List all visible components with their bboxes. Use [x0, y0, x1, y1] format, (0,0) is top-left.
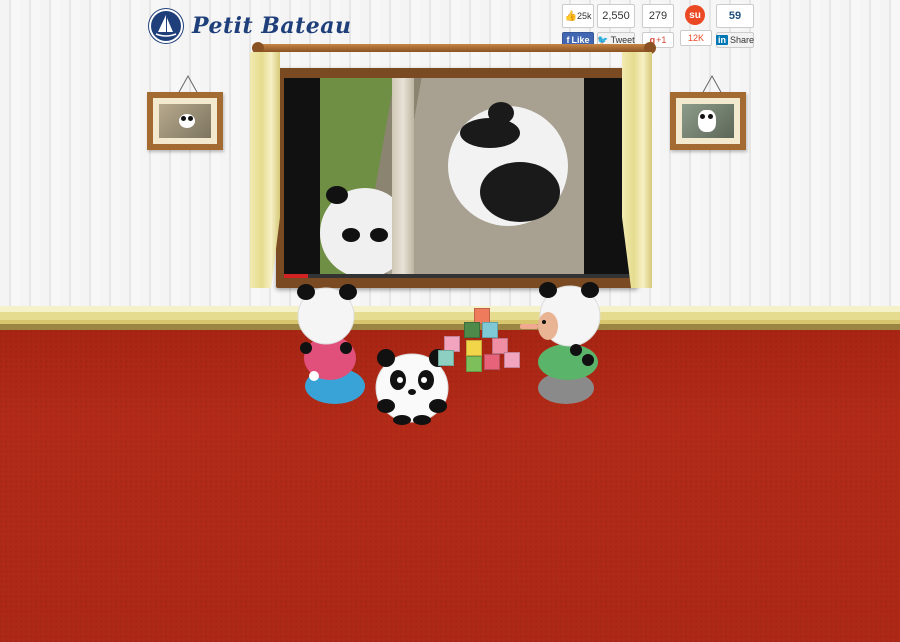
child-in-panda-hat-right [520, 282, 601, 404]
panda-photo-left [159, 104, 211, 138]
child-in-panda-hat-left [297, 284, 365, 404]
twitter-share[interactable]: 2,550 🐦 Tweet [597, 4, 635, 48]
panda-photo-frame-right [670, 92, 746, 150]
linkedin-icon: in [715, 35, 728, 45]
toy-blocks [436, 306, 526, 376]
stumbleupon-share[interactable]: su 12K [680, 4, 712, 46]
brand-name: Petit Bateau [192, 13, 352, 39]
curtain-rod [258, 44, 650, 52]
facebook-count-box: 👍 25k [562, 4, 594, 28]
sailboat-logo-icon [148, 8, 184, 44]
linkedin-share[interactable]: 59 in Share [715, 4, 755, 48]
panda-photo-right [682, 104, 734, 138]
twitter-count: 2,550 [597, 4, 635, 28]
video-player[interactable] [284, 78, 630, 278]
brand-logo[interactable]: Petit Bateau [148, 8, 352, 44]
panda-photo-frame-left [147, 92, 223, 150]
gplus-label: +1 [656, 35, 667, 45]
linkedin-share-label: Share [729, 35, 755, 45]
frame-hanger-right [701, 74, 723, 94]
facebook-share[interactable]: 👍 25k f Like [562, 4, 594, 48]
stumbleupon-count[interactable]: 12K [680, 30, 712, 46]
frame-hanger-left [177, 74, 199, 94]
thumbs-up-icon: 👍 [564, 10, 577, 22]
facebook-count: 25k [576, 11, 592, 21]
linkedin-count: 59 [716, 4, 754, 28]
linkedin-share-button[interactable]: in Share [715, 32, 755, 48]
panda-video[interactable] [320, 78, 584, 278]
gplus-count: 279 [642, 4, 674, 28]
google-plus-share[interactable]: 279 g +1 [642, 4, 674, 48]
stumbleupon-icon: su [685, 5, 705, 25]
stumbleupon-badge: su [680, 4, 710, 26]
